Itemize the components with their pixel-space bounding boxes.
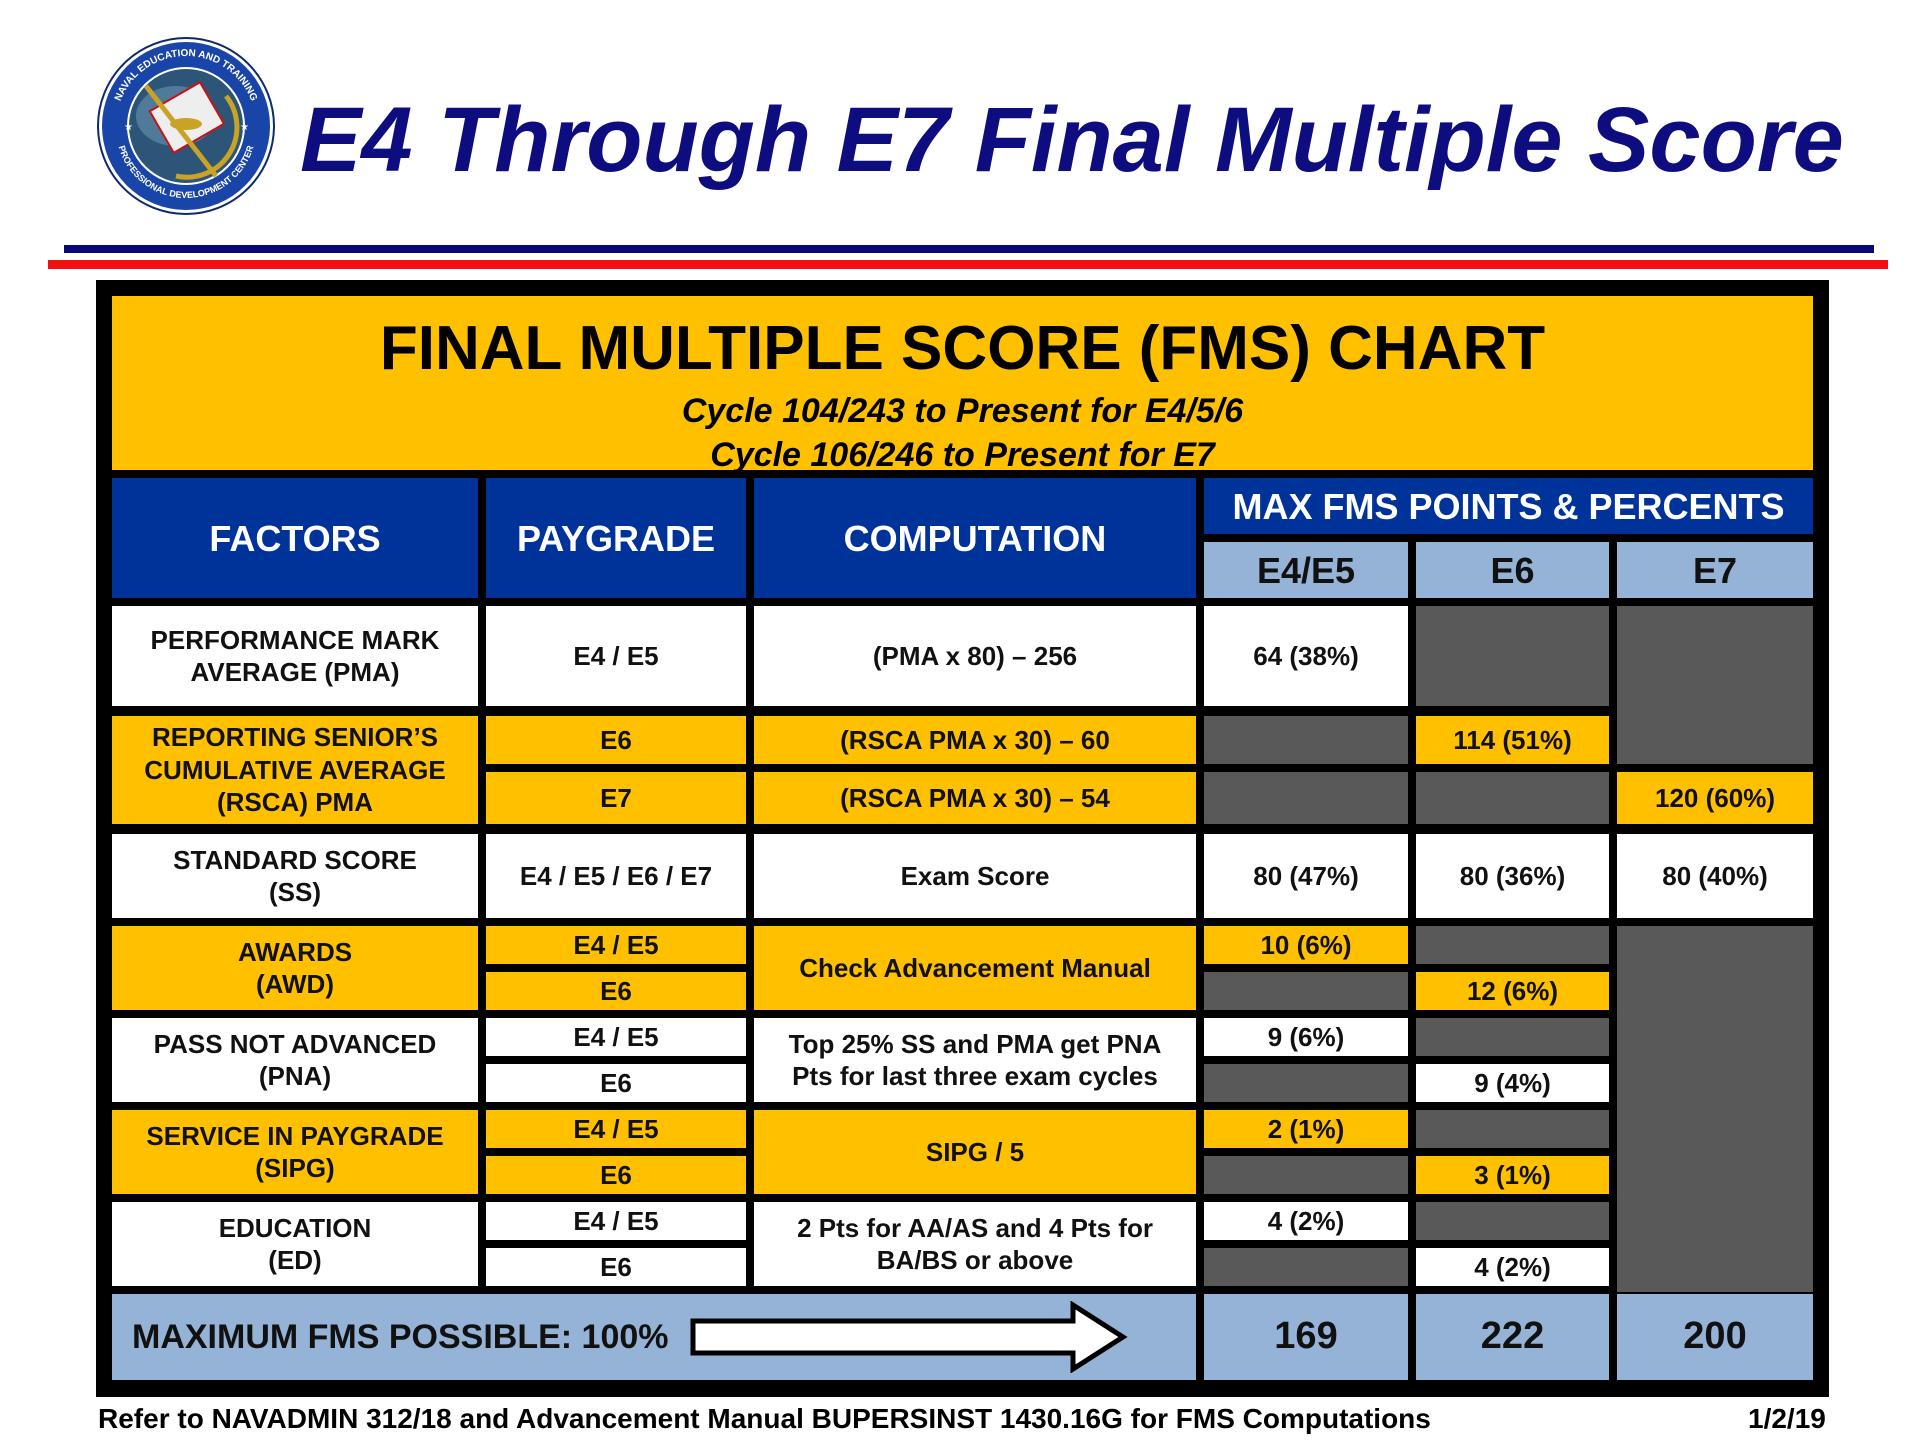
paygrade-rsca-e6: E6	[486, 716, 746, 764]
total-e7: 200	[1617, 1294, 1813, 1380]
divider-blue	[64, 245, 1874, 253]
value-ed-e4e5: 4 (2%)	[1204, 1202, 1408, 1240]
computation-pma: (PMA x 80) – 256	[754, 606, 1196, 706]
value-rsca-e6: 114 (51%)	[1416, 716, 1609, 764]
factor-rsca: REPORTING SENIOR’S CUMULATIVE AVERAGE (R…	[112, 716, 478, 824]
na-cell	[1416, 1202, 1609, 1240]
computation-pna: Top 25% SS and PMA get PNA Pts for last …	[754, 1018, 1196, 1102]
paygrade-pma: E4 / E5	[486, 606, 746, 706]
header-computation: COMPUTATION	[754, 478, 1196, 598]
paygrade-sipg-e6: E6	[486, 1156, 746, 1194]
computation-ed: 2 Pts for AA/AS and 4 Pts for BA/BS or a…	[754, 1202, 1196, 1286]
na-cell	[1416, 1110, 1609, 1148]
header-col-e6: E6	[1416, 542, 1609, 598]
paygrade-pna-e6: E6	[486, 1064, 746, 1102]
value-rsca-e7: 120 (60%)	[1617, 772, 1813, 824]
computation-rsca-e7: (RSCA PMA x 30) – 54	[754, 772, 1196, 824]
paygrade-pna-e4e5: E4 / E5	[486, 1018, 746, 1056]
value-pna-e4e5: 9 (6%)	[1204, 1018, 1408, 1056]
value-pna-e6: 9 (4%)	[1416, 1064, 1609, 1102]
na-cell	[1204, 772, 1408, 824]
header-max-fms: MAX FMS POINTS & PERCENTS	[1204, 478, 1813, 534]
na-cell	[1416, 1018, 1609, 1056]
factor-ss: STANDARD SCORE (SS)	[112, 834, 478, 918]
fms-chart-table: FINAL MULTIPLE SCORE (FMS) CHART Cycle 1…	[96, 280, 1829, 1397]
na-cell	[1204, 1248, 1408, 1286]
value-sipg-e6: 3 (1%)	[1416, 1156, 1609, 1194]
factor-pma: PERFORMANCE MARK AVERAGE (PMA)	[112, 606, 478, 706]
value-ss-e6: 80 (36%)	[1416, 834, 1609, 918]
factor-ed: EDUCATION (ED)	[112, 1202, 478, 1286]
total-e6: 222	[1416, 1294, 1609, 1380]
paygrade-awd-e6: E6	[486, 972, 746, 1010]
header-col-e7: E7	[1617, 542, 1813, 598]
na-cell	[1204, 1064, 1408, 1102]
header-paygrade: PAYGRADE	[486, 478, 746, 598]
na-cell	[1617, 926, 1813, 1292]
footer-reference: Refer to NAVADMIN 312/18 and Advancement…	[98, 1403, 1431, 1434]
computation-rsca-e6: (RSCA PMA x 30) – 60	[754, 716, 1196, 764]
na-cell	[1416, 926, 1609, 964]
computation-sipg: SIPG / 5	[754, 1110, 1196, 1194]
cycle-line-2: Cycle 106/246 to Present for E7	[710, 436, 1215, 474]
value-ed-e6: 4 (2%)	[1416, 1248, 1609, 1286]
paygrade-awd-e4e5: E4 / E5	[486, 926, 746, 964]
value-awd-e6: 12 (6%)	[1416, 972, 1609, 1010]
computation-ss: Exam Score	[754, 834, 1196, 918]
paygrade-ed-e6: E6	[486, 1248, 746, 1286]
paygrade-ss: E4 / E5 / E6 / E7	[486, 834, 746, 918]
value-awd-e4e5: 10 (6%)	[1204, 926, 1408, 964]
factor-pna: PASS NOT ADVANCED (PNA)	[112, 1018, 478, 1102]
footer-date: 1/2/19	[1748, 1403, 1826, 1434]
factor-sipg: SERVICE IN PAYGRADE (SIPG)	[112, 1110, 478, 1194]
value-sipg-e4e5: 2 (1%)	[1204, 1110, 1408, 1148]
value-pma-e4e5: 64 (38%)	[1204, 606, 1408, 706]
computation-awd: Check Advancement Manual	[754, 926, 1196, 1010]
total-e4e5: 169	[1204, 1294, 1408, 1380]
paygrade-rsca-e7: E7	[486, 772, 746, 824]
svg-text:★: ★	[240, 122, 249, 133]
naval-education-training-seal-icon: ★ ★ NAVAL EDUCATION AND TRAINING PROFESS…	[96, 36, 276, 216]
chart-title: FINAL MULTIPLE SCORE (FMS) CHART	[379, 314, 1546, 383]
na-cell	[1204, 972, 1408, 1010]
paygrade-ed-e4e5: E4 / E5	[486, 1202, 746, 1240]
chart-title-block: FINAL MULTIPLE SCORE (FMS) CHART Cycle 1…	[112, 296, 1813, 474]
na-cell	[1204, 1156, 1408, 1194]
header-factors: FACTORS	[112, 478, 478, 598]
cycle-line-1: Cycle 104/243 to Present for E4/5/6	[681, 391, 1244, 430]
na-cell	[1204, 716, 1408, 764]
svg-text:★: ★	[124, 122, 133, 133]
slide-title: E4 Through E7 Final Multiple Score	[300, 89, 1844, 191]
na-cell	[1617, 606, 1813, 764]
paygrade-sipg-e4e5: E4 / E5	[486, 1110, 746, 1148]
divider-red	[48, 260, 1888, 269]
value-ss-e4e5: 80 (47%)	[1204, 834, 1408, 918]
right-arrow-icon	[689, 1301, 1129, 1373]
max-fms-label: MAXIMUM FMS POSSIBLE: 100%	[132, 1317, 669, 1356]
na-cell	[1416, 772, 1609, 824]
na-cell	[1416, 606, 1609, 706]
total-row-label: MAXIMUM FMS POSSIBLE: 100%	[112, 1294, 1196, 1380]
header-col-e4e5: E4/E5	[1204, 542, 1408, 598]
value-ss-e7: 80 (40%)	[1617, 834, 1813, 918]
factor-awd: AWARDS (AWD)	[112, 926, 478, 1010]
